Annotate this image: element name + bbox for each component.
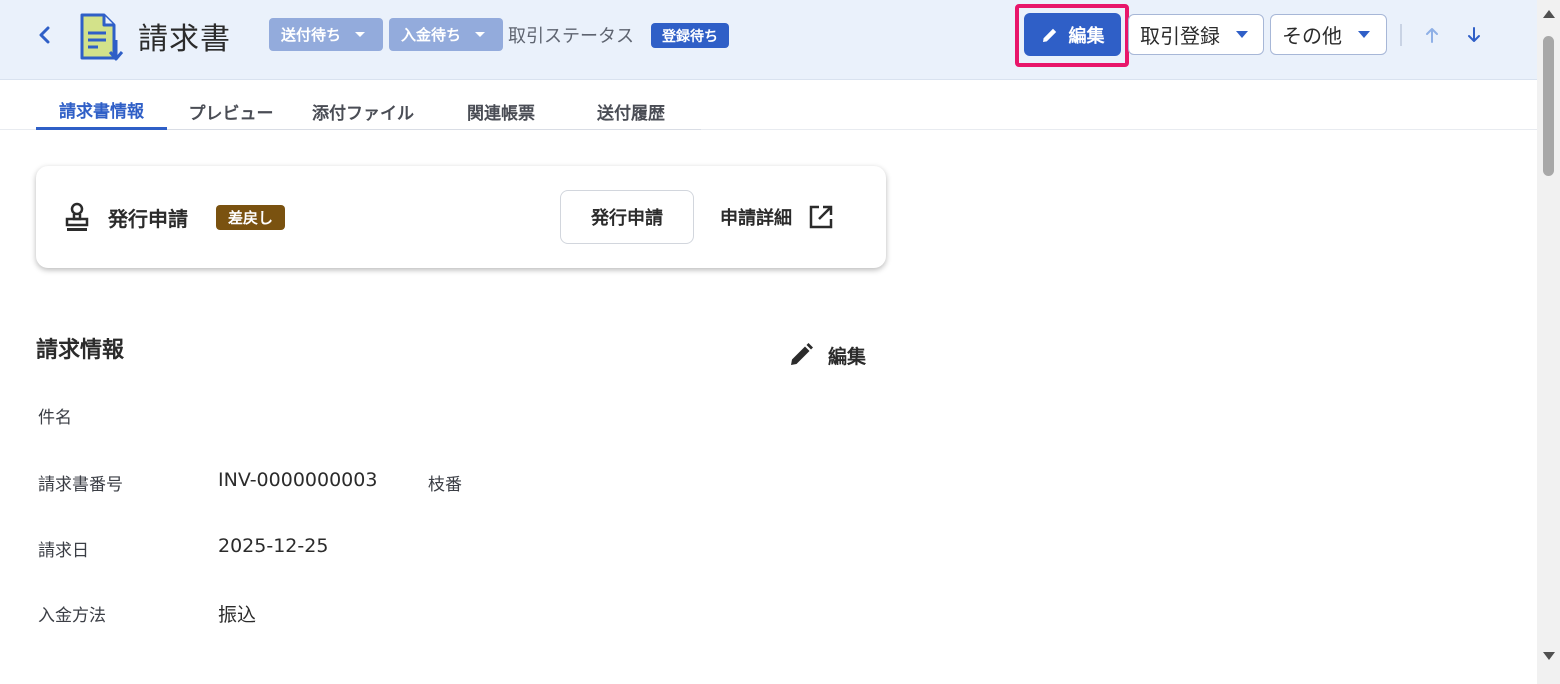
issue-request-button[interactable]: 発行申請 bbox=[560, 190, 694, 244]
tab-attachments[interactable]: 添付ファイル bbox=[295, 92, 431, 130]
deal-register-label: 取引登録 bbox=[1140, 24, 1220, 48]
request-detail-label: 申請詳細 bbox=[720, 208, 792, 229]
tab-sending-history[interactable]: 送付履歴 bbox=[571, 92, 691, 130]
page: 請求書 送付待ち 入金待ち 取引ステータス 登録待ち 編集 取引登録 その他 請… bbox=[0, 0, 1560, 684]
subject-label: 件名 bbox=[38, 408, 72, 428]
caret-down-icon bbox=[475, 32, 486, 37]
stamp-icon bbox=[64, 202, 90, 232]
deal-status-label: 取引ステータス bbox=[508, 26, 634, 47]
invoice-date-value: 2025-12-25 bbox=[218, 535, 329, 557]
scroll-up-arrow-icon[interactable] bbox=[1543, 10, 1555, 18]
back-chevron-icon[interactable] bbox=[32, 22, 58, 48]
vertical-scrollbar[interactable] bbox=[1537, 0, 1560, 684]
branch-number-label: 枝番 bbox=[428, 475, 462, 495]
external-link-icon bbox=[809, 205, 833, 229]
chip-payment-status[interactable]: 入金待ち bbox=[389, 18, 503, 51]
invoice-info-heading: 請求情報 bbox=[36, 338, 125, 363]
invoice-document-icon bbox=[78, 12, 126, 62]
deal-register-button[interactable]: 取引登録 bbox=[1128, 14, 1264, 55]
invoice-number-label: 請求書番号 bbox=[38, 475, 123, 495]
scrollbar-thumb[interactable] bbox=[1543, 36, 1554, 176]
issue-request-card: 発行申請 差戻し 発行申請 申請詳細 bbox=[36, 166, 886, 268]
arrow-up-icon[interactable] bbox=[1420, 22, 1444, 48]
invoice-number-value: INV-0000000003 bbox=[218, 469, 378, 491]
caret-down-icon bbox=[1358, 31, 1370, 38]
tab-bar: 請求書情報 プレビュー 添付ファイル 関連帳票 送付履歴 bbox=[36, 92, 701, 130]
header-divider bbox=[1400, 24, 1402, 46]
invoice-info-edit-label: 編集 bbox=[828, 345, 867, 368]
pencil-icon bbox=[1042, 28, 1056, 42]
deal-status-badge: 登録待ち bbox=[651, 23, 729, 48]
returned-status-badge: 差戻し bbox=[216, 205, 286, 230]
chip-label: 送付待ち bbox=[281, 26, 342, 44]
other-menu-button[interactable]: その他 bbox=[1270, 14, 1387, 55]
pencil-icon bbox=[791, 343, 813, 365]
payment-method-value: 振込 bbox=[218, 604, 257, 626]
scroll-down-arrow-icon[interactable] bbox=[1543, 652, 1555, 660]
invoice-info-edit-button[interactable]: 編集 bbox=[788, 340, 866, 370]
other-menu-label: その他 bbox=[1282, 24, 1342, 48]
tab-invoice-info[interactable]: 請求書情報 bbox=[36, 92, 167, 130]
caret-down-icon bbox=[355, 32, 366, 37]
tab-related-documents[interactable]: 関連帳票 bbox=[431, 92, 571, 130]
tab-preview[interactable]: プレビュー bbox=[167, 92, 295, 130]
chip-sending-status[interactable]: 送付待ち bbox=[269, 18, 383, 51]
request-detail-link[interactable]: 申請詳細 bbox=[720, 202, 834, 232]
edit-button[interactable]: 編集 bbox=[1024, 13, 1121, 56]
header-bar: 請求書 送付待ち 入金待ち 取引ステータス 登録待ち 編集 取引登録 その他 bbox=[0, 0, 1537, 80]
payment-method-label: 入金方法 bbox=[38, 606, 106, 626]
invoice-date-label: 請求日 bbox=[38, 541, 89, 561]
page-title: 請求書 bbox=[138, 22, 231, 57]
caret-down-icon bbox=[1236, 31, 1248, 38]
arrow-down-icon[interactable] bbox=[1462, 22, 1486, 48]
chip-label: 入金待ち bbox=[401, 26, 462, 44]
edit-button-label: 編集 bbox=[1068, 25, 1105, 47]
issue-request-title: 発行申請 bbox=[108, 207, 188, 231]
